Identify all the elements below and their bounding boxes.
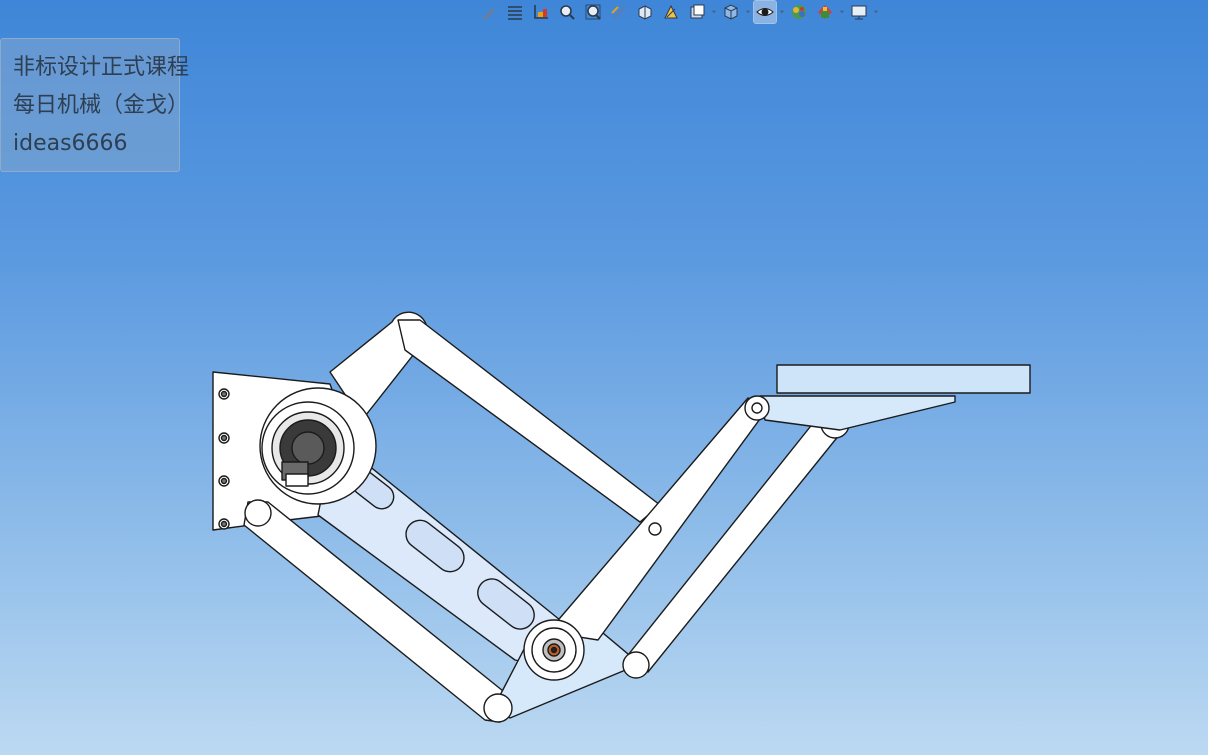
arm-pin-hole bbox=[648, 522, 662, 536]
sketch-pencil-icon bbox=[483, 8, 495, 20]
hide-show-items-icon bbox=[756, 8, 774, 16]
chevron-down-icon bbox=[874, 10, 878, 14]
display-style-icon bbox=[690, 4, 705, 19]
tb-zoom-to-area[interactable] bbox=[556, 1, 578, 23]
tb-display-style[interactable] bbox=[686, 1, 708, 23]
watermark-contact-id: ideas6666 bbox=[13, 131, 128, 156]
tb-dynamic-annotation[interactable] bbox=[660, 1, 682, 23]
chevron-down-icon bbox=[746, 10, 750, 14]
zoom-to-area-icon bbox=[560, 5, 575, 20]
tb-sketch-pencil[interactable] bbox=[478, 1, 500, 23]
standard-views-icon bbox=[724, 4, 738, 20]
edit-appearance-icon bbox=[792, 5, 806, 19]
heads-up-view-toolbar bbox=[478, 0, 878, 24]
watermark-overlay: 非标设计正式课程 每日机械（金戈） ideas6666 bbox=[0, 38, 190, 172]
main-diagonal-arm[interactable] bbox=[547, 397, 769, 641]
dropdown-arrow[interactable] bbox=[712, 1, 716, 23]
zoom-to-fit-icon bbox=[585, 4, 601, 20]
tb-view-orientation[interactable] bbox=[634, 1, 656, 23]
long-upper-tube[interactable] bbox=[397, 319, 661, 523]
chevron-down-icon bbox=[840, 10, 844, 14]
graphics-viewport[interactable]: 非标设计正式课程 每日机械（金戈） ideas6666 bbox=[0, 0, 1208, 755]
dropdown-arrow-5[interactable] bbox=[874, 1, 878, 23]
dynamic-annotation-icon bbox=[664, 4, 678, 19]
apply-scene-icon bbox=[818, 5, 832, 19]
platform-top[interactable] bbox=[776, 364, 1031, 394]
tb-lines[interactable] bbox=[504, 1, 526, 23]
chevron-down-icon bbox=[780, 10, 784, 14]
tb-apply-scene[interactable] bbox=[814, 1, 836, 23]
tube-end-cap bbox=[244, 499, 272, 527]
right-tube-bottom-end bbox=[622, 651, 650, 679]
bottom-joint-cap bbox=[483, 693, 513, 723]
section-view-icon bbox=[611, 6, 626, 19]
view-orientation-icon bbox=[638, 5, 652, 20]
dropdown-arrow-3[interactable] bbox=[780, 1, 784, 23]
tb-standard-views[interactable] bbox=[720, 1, 742, 23]
tb-section-view[interactable] bbox=[608, 1, 630, 23]
dropdown-arrow-2[interactable] bbox=[746, 1, 750, 23]
chevron-down-icon bbox=[712, 10, 716, 14]
dropdown-arrow-4[interactable] bbox=[840, 1, 844, 23]
upper-pivot-inner bbox=[751, 402, 763, 414]
tb-view-settings[interactable] bbox=[848, 1, 870, 23]
tb-edit-appearance[interactable] bbox=[788, 1, 810, 23]
watermark-course-title: 非标设计正式课程 bbox=[13, 55, 190, 80]
motor-assembly bbox=[261, 401, 355, 495]
tb-zoom-to-fit[interactable] bbox=[582, 1, 604, 23]
platform-bracket[interactable] bbox=[759, 395, 956, 431]
view-settings-icon bbox=[851, 5, 867, 20]
tb-hide-show-items[interactable] bbox=[753, 0, 777, 24]
tb-coordinate-axes[interactable] bbox=[530, 1, 552, 23]
coordinate-axes-icon bbox=[534, 5, 548, 19]
pivot-bearing bbox=[531, 627, 577, 673]
lines-icon bbox=[508, 6, 522, 20]
watermark-author: 每日机械（金戈） bbox=[13, 93, 190, 118]
